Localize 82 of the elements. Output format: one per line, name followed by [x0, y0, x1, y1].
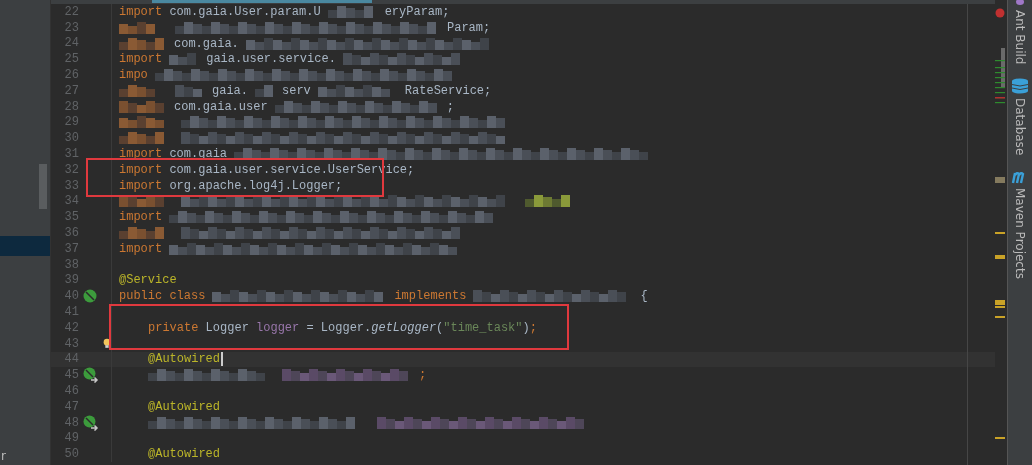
- line-number: 33: [63, 178, 79, 193]
- blurred-text: [119, 115, 167, 130]
- code-text: RateService;: [404, 82, 492, 99]
- line-number: 35: [63, 210, 79, 225]
- code-string: "time_task": [443, 319, 523, 336]
- code-text: serv: [282, 82, 311, 99]
- line-number: 42: [63, 320, 79, 335]
- line-number: 37: [63, 241, 79, 256]
- line-number: 31: [63, 147, 79, 162]
- code-annotation: @Autowired: [148, 446, 220, 463]
- code-keyword: import: [119, 51, 163, 68]
- code-keyword: import: [119, 161, 163, 178]
- blurred-text: [119, 36, 167, 51]
- blurred-text: [119, 194, 167, 209]
- line-number: 23: [63, 20, 79, 35]
- code-text: Param;: [447, 19, 491, 36]
- code-text: com.gaia.User.param.U: [168, 3, 321, 20]
- line-number: 47: [63, 399, 79, 414]
- code-text: gaia.: [212, 82, 248, 99]
- code-field: logger: [256, 319, 300, 336]
- code-keyword: import: [119, 3, 163, 20]
- line-number: 32: [63, 162, 79, 177]
- code-keyword: import: [119, 146, 163, 163]
- line-number: 22: [63, 4, 79, 19]
- code-keyword: impo: [119, 67, 148, 84]
- code-keyword: ;: [529, 319, 537, 336]
- line-number: 25: [63, 52, 79, 67]
- code-keyword: import: [119, 177, 163, 194]
- code-text: ;: [446, 98, 454, 115]
- database-icon[interactable]: [1011, 78, 1029, 95]
- line-number: 49: [63, 431, 79, 446]
- code-text: (: [436, 319, 444, 336]
- code-annotation: @Autowired: [148, 398, 220, 415]
- blurred-text: [119, 99, 167, 114]
- code-text: com.gaia.: [174, 35, 239, 52]
- code-keyword: implements: [394, 288, 467, 305]
- code-text: eryParam;: [384, 3, 450, 20]
- text-cursor: [221, 352, 223, 367]
- code-text: {: [640, 288, 648, 305]
- code-keyword: import: [119, 209, 163, 226]
- code-text: Logger: [204, 319, 250, 336]
- injection-icon[interactable]: [83, 367, 99, 384]
- line-number: 36: [63, 226, 79, 241]
- line-number: 50: [63, 447, 79, 462]
- line-number: 46: [63, 384, 79, 398]
- bean-icon[interactable]: [83, 289, 97, 304]
- blurred-text: [119, 131, 167, 146]
- tool-window-tab[interactable]: Ant Build: [1013, 10, 1027, 65]
- line-number: 38: [63, 257, 79, 272]
- line-number: 34: [63, 194, 79, 209]
- code-keyword: private: [148, 319, 199, 336]
- line-number: 27: [63, 83, 79, 98]
- scrollbar-thumb[interactable]: [39, 164, 47, 209]
- line-number: 48: [63, 415, 79, 430]
- code-text: = Logger.: [305, 319, 372, 336]
- code-text: gaia.user.service.: [206, 51, 336, 68]
- line-number: 29: [63, 115, 79, 130]
- line-number: 43: [63, 336, 79, 351]
- code-keyword: import: [119, 240, 163, 257]
- code-text: org.apache.log4j.Logger;: [168, 177, 343, 194]
- line-number: 30: [63, 131, 79, 146]
- code-annotation: @Service: [119, 272, 177, 289]
- ant-icon[interactable]: [1015, 0, 1025, 6]
- code-text: ): [522, 319, 530, 336]
- code-method: getLogger: [371, 319, 437, 336]
- line-number: 28: [63, 99, 79, 114]
- code-text: com.gaia: [168, 146, 228, 163]
- injection-icon[interactable]: [83, 414, 99, 431]
- line-number: 41: [63, 305, 79, 320]
- line-number: 24: [63, 36, 79, 51]
- blurred-text: [119, 226, 167, 241]
- code-keyword: public class: [119, 288, 206, 305]
- line-number: 45: [63, 368, 79, 383]
- tool-window-tab[interactable]: Maven Projects: [1013, 187, 1027, 279]
- code-text: com.gaia.user: [174, 98, 268, 115]
- code-annotation: @Autowired: [148, 351, 220, 368]
- line-number: 26: [63, 68, 79, 83]
- tool-window-tab[interactable]: Database: [1013, 98, 1027, 156]
- line-number: 39: [63, 273, 79, 288]
- code-keyword: ;: [419, 367, 427, 384]
- line-number: 40: [63, 289, 79, 304]
- tree-item-label: r: [1, 449, 6, 463]
